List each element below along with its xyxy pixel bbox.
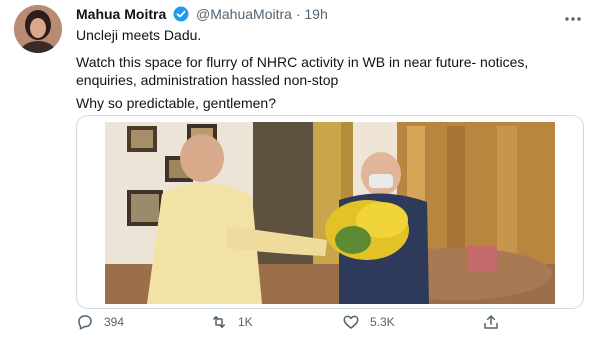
reply-count: 394: [104, 315, 125, 329]
tweet-actions: 394 1K 5.3K: [76, 313, 536, 333]
retweet-icon: [213, 316, 225, 328]
verified-icon: [173, 6, 189, 25]
avatar[interactable]: [14, 5, 62, 53]
share-icon: [484, 315, 498, 329]
author-name[interactable]: Mahua Moitra: [76, 6, 166, 22]
tweet-text-line3: Why so predictable, gentlemen?: [76, 95, 276, 111]
tweet-header: Mahua Moitra @MahuaMoitra · 19h: [76, 6, 328, 25]
author-handle[interactable]: @MahuaMoitra: [196, 6, 292, 22]
tweet-time[interactable]: 19h: [304, 6, 327, 22]
photo-image: [77, 116, 583, 308]
share-action[interactable]: [482, 313, 500, 331]
tweet-text-line2: Watch this space for flurry of NHRC acti…: [76, 54, 529, 88]
tweet-photo[interactable]: [76, 115, 584, 309]
retweet-count: 1K: [238, 315, 253, 329]
more-horizontal-icon[interactable]: [564, 6, 582, 27]
reply-icon: [78, 315, 92, 330]
tweet-text-line1: Uncleji meets Dadu.: [76, 27, 202, 43]
separator-dot: ·: [295, 6, 301, 22]
reply-action[interactable]: 394: [76, 313, 124, 331]
like-count: 5.3K: [370, 315, 395, 329]
like-icon: [343, 315, 359, 329]
retweet-action[interactable]: 1K: [210, 313, 253, 331]
avatar-photo: [14, 5, 62, 53]
like-action[interactable]: 5.3K: [342, 313, 395, 331]
